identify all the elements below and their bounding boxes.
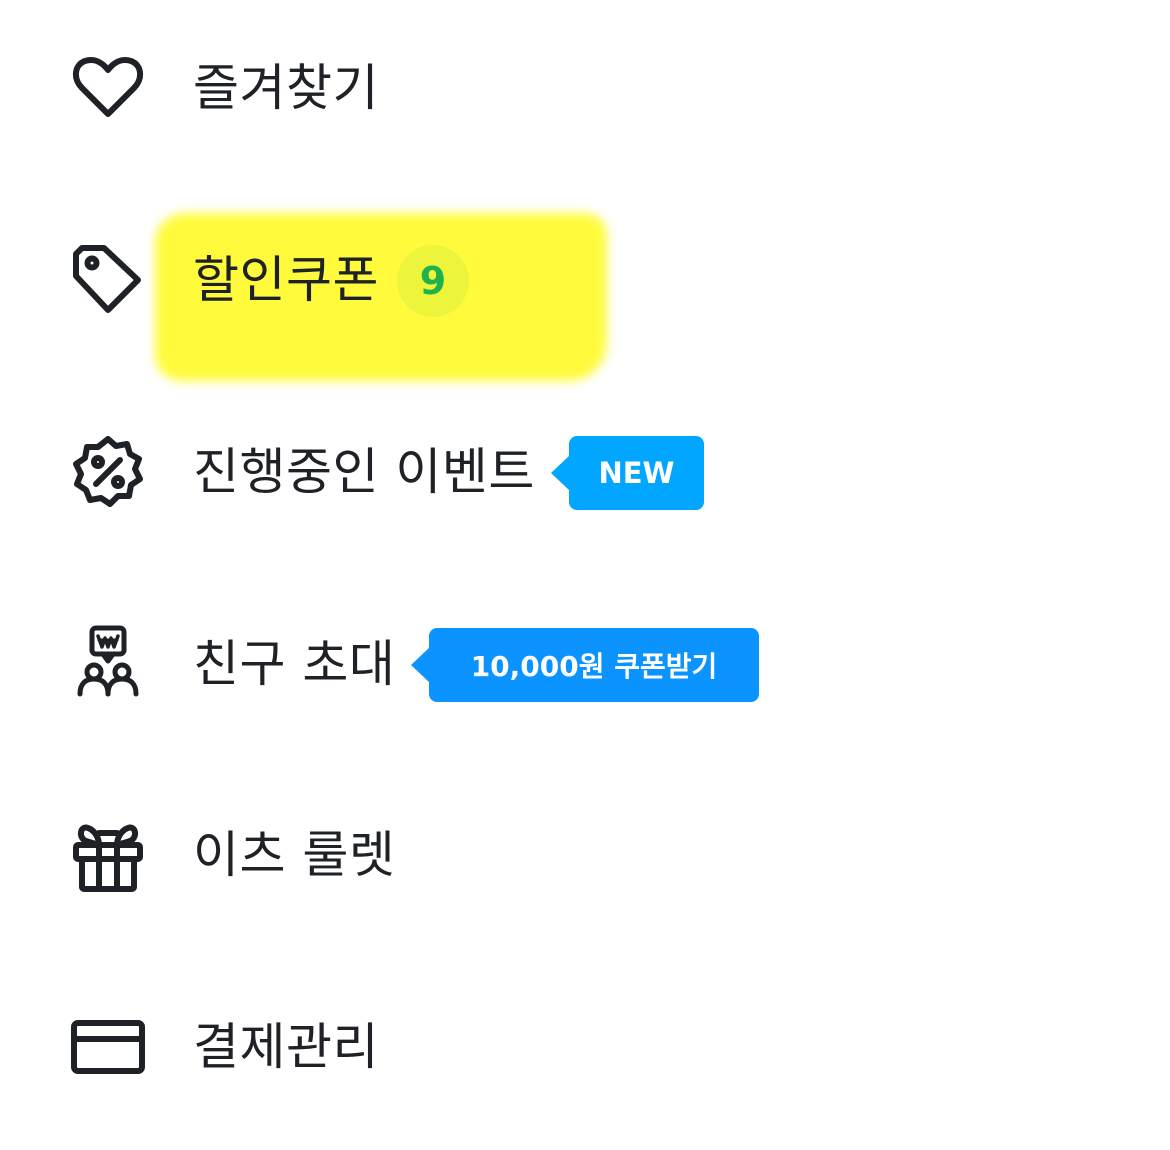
new-event-tip: NEW: [551, 436, 704, 510]
menu-label-coupons: 할인쿠폰: [193, 251, 379, 309]
coupon-count-badge: 9: [397, 245, 469, 317]
invite-coupon-tip: 10,000원 쿠폰받기: [411, 628, 759, 702]
menu-label-events: 진행중인 이벤트: [193, 443, 535, 501]
menu-item-favorites[interactable]: 즐겨찾기: [0, 13, 1170, 163]
menu-item-roulette[interactable]: 이츠 룰렛: [0, 780, 1170, 930]
menu-label-favorites: 즐겨찾기: [193, 59, 379, 117]
invite-friends-icon: [68, 624, 148, 704]
menu-item-coupons[interactable]: 할인쿠폰: [0, 205, 1170, 355]
gift-icon: [68, 815, 148, 895]
heart-icon: [68, 48, 148, 128]
menu-label-invite-friends: 친구 초대: [193, 635, 396, 693]
menu-label-payment: 결제관리: [193, 1018, 379, 1076]
menu-item-payment[interactable]: 결제관리: [0, 972, 1170, 1122]
discount-badge-icon: [68, 432, 148, 512]
credit-card-icon: [68, 1007, 148, 1087]
tag-icon: [68, 240, 148, 320]
menu-label-roulette: 이츠 룰렛: [193, 826, 396, 884]
